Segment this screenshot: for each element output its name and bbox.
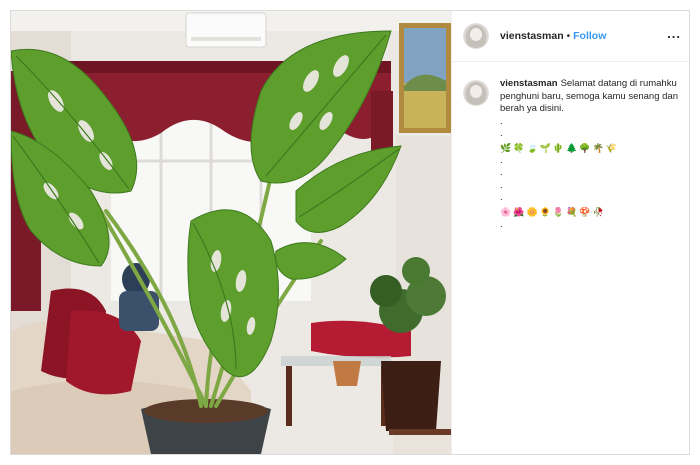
tulip-emoji-icon: 🌷	[552, 206, 565, 217]
more-options-icon[interactable]: ...	[667, 26, 681, 41]
instagram-post: vienstasman • Follow ... vienstasman Sela…	[10, 10, 690, 455]
caption-dot: .	[500, 154, 503, 166]
seedling-emoji-icon: 🌱	[539, 142, 551, 153]
hibiscus-emoji-icon: 🌺	[513, 206, 525, 217]
clover-emoji-icon: 🍀	[513, 142, 525, 153]
follow-button[interactable]: Follow	[573, 30, 606, 42]
avatar-face	[470, 85, 482, 98]
post-photo[interactable]	[11, 11, 451, 454]
caption-dot: .	[500, 128, 503, 139]
header-username[interactable]: vienstasman	[500, 30, 564, 42]
blossom-emoji-icon: 🌸	[500, 206, 512, 217]
palm-emoji-icon: 🌴	[592, 142, 604, 153]
caption-text-block: vienstasman Selamat datang di rumahku pen…	[500, 78, 680, 116]
caption-dot: .	[500, 167, 503, 178]
caption-dot: .	[500, 192, 503, 203]
herb-emoji-icon: 🌿	[500, 142, 512, 153]
leaves-emoji-icon: 🍃	[526, 142, 538, 153]
caption-body: vienstasman Selamat datang di rumahku pen…	[500, 78, 680, 231]
header-separator: •	[566, 30, 571, 42]
bouquet-emoji-icon: 💐	[566, 206, 578, 217]
emoji-row-flowers: 🌸 🌺 🌼 🌻 🌷 💐 🍄 🥀	[500, 205, 680, 219]
avatar-face	[470, 28, 482, 41]
monstera-plant-photo	[11, 11, 451, 454]
evergreen-emoji-icon: 🌲	[566, 142, 578, 153]
emoji-row-plants: 🌿 🍀 🍃 🌱 🌵 🌲 🌳 🌴 🌾	[500, 141, 680, 155]
daisy-emoji-icon: 🌼	[526, 206, 538, 217]
avatar[interactable]	[463, 23, 489, 49]
wilted-flower-emoji-icon: 🥀	[592, 206, 604, 217]
caption: vienstasman Selamat datang di rumahku pen…	[463, 78, 685, 231]
post-header: vienstasman • Follow ...	[452, 11, 689, 62]
caption-dot: .	[500, 115, 503, 127]
cactus-emoji-icon: 🌵	[552, 142, 565, 153]
caption-dot: .	[500, 218, 503, 230]
tree-emoji-icon: 🌳	[579, 142, 591, 153]
mushroom-emoji-icon: 🍄	[579, 206, 591, 217]
caption-username[interactable]: vienstasman	[500, 78, 558, 89]
post-sidebar: vienstasman • Follow ... vienstasman Sela…	[451, 11, 689, 454]
rice-emoji-icon: 🌾	[605, 142, 617, 153]
sunflower-emoji-icon: 🌻	[539, 206, 551, 217]
caption-dot: .	[500, 179, 503, 191]
caption-avatar[interactable]	[463, 80, 489, 106]
